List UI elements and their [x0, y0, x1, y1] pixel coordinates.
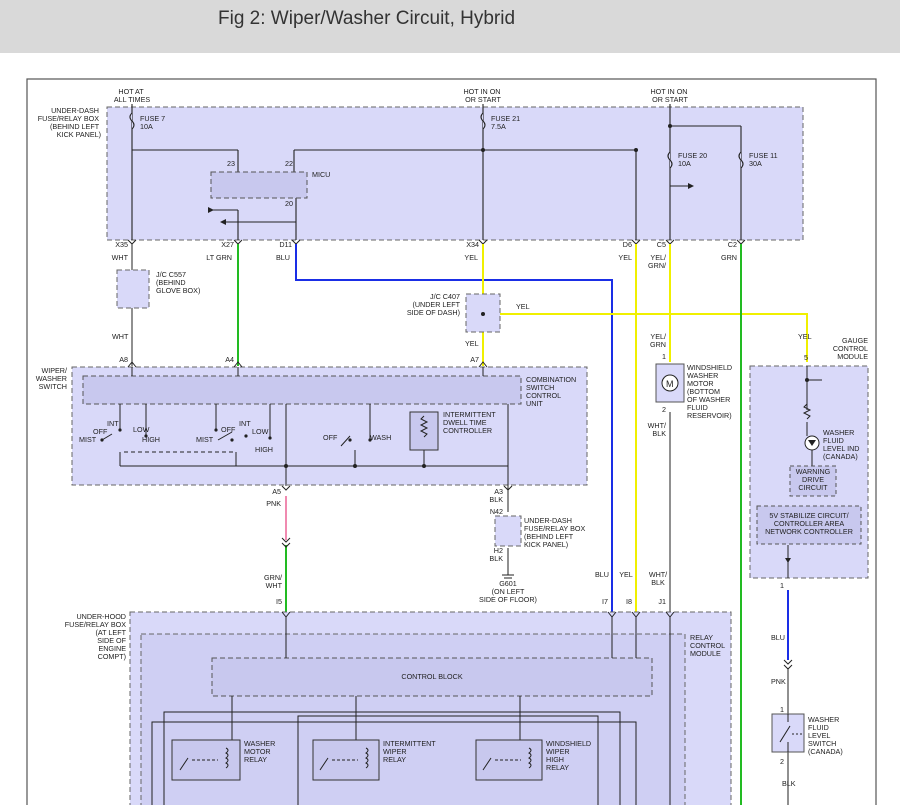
wiper-washer-switch: WIPER/WASHER SWITCH A8 A4 A7 COMBINATION S… — [36, 355, 588, 508]
underdash-wire-colors: WHT LT GRN BLU YEL YEL YEL/ GRN/ GRN — [112, 253, 737, 270]
power-label-all-times: HOT AT ALL TIMES — [114, 87, 151, 104]
svg-text:PNK: PNK — [266, 499, 281, 508]
svg-text:A4: A4 — [225, 355, 234, 364]
svg-text:22: 22 — [285, 159, 293, 168]
svg-text:J/C C557(BEHINDGLOVE BOX): J/C C557 (BEHIND GLOVE BOX) — [156, 270, 200, 295]
power-label-on-start-1: HOT IN ON OR START — [463, 87, 502, 104]
svg-text:OFF: OFF — [323, 433, 338, 442]
svg-text:HIGH: HIGH — [142, 435, 160, 444]
svg-text:LT GRN: LT GRN — [206, 253, 232, 262]
svg-text:5: 5 — [804, 353, 808, 362]
svg-text:YEL: YEL — [465, 339, 479, 348]
svg-text:INT: INT — [107, 419, 119, 428]
svg-text:I7: I7 — [602, 597, 608, 606]
svg-text:UNDER-DASHFUSE/RELAY BOX(BEHIN: UNDER-DASH FUSE/RELAY BOX (BEHIND LEFT KICK… — [524, 516, 585, 549]
svg-text:BLU: BLU — [771, 633, 785, 642]
svg-text:YEL: YEL — [618, 253, 632, 262]
svg-text:A5: A5 — [272, 487, 281, 496]
svg-text:1: 1 — [780, 705, 784, 714]
svg-text:X27: X27 — [221, 240, 234, 249]
underdash-terminals: X35 X27 D11 X34 D6 C5 C2 — [115, 240, 737, 249]
svg-text:WHT/BLK: WHT/BLK — [648, 421, 667, 438]
svg-text:BLK: BLK — [489, 554, 503, 563]
svg-text:2: 2 — [662, 405, 666, 414]
svg-text:X34: X34 — [466, 240, 479, 249]
svg-text:BLK: BLK — [782, 779, 796, 788]
svg-text:N42: N42 — [490, 507, 503, 516]
dwell-time-controller — [409, 411, 439, 451]
underhood-fuse-box: BLU YEL WHT/BLK I5 I7 I8 J1 UNDER-HOOD FU… — [65, 570, 732, 805]
jc-c557: J/C C557 (BEHIND GLOVE BOX) WHT — [112, 269, 200, 341]
svg-text:M: M — [666, 379, 674, 389]
power-label-on-start-2: HOT IN ON OR START — [650, 87, 689, 104]
washer-fluid-level-switch: BLU PNK 1 WASHER FLUID LEVEL SWITCH (CANADA)… — [771, 633, 843, 788]
svg-text:WASHERFLUIDLEVEL IND(CANADA): WASHER FLUID LEVEL IND (CANADA) — [823, 428, 860, 461]
svg-text:YEL/GRN: YEL/GRN — [650, 332, 666, 349]
micu-label: MICU — [312, 170, 330, 179]
grnwht-label: GRN/WHT — [264, 573, 283, 590]
svg-text:20: 20 — [285, 199, 293, 208]
svg-text:C5: C5 — [657, 240, 666, 249]
svg-text:YEL: YEL — [464, 253, 478, 262]
combination-switch-control-unit — [82, 375, 522, 405]
svg-text:WHT/BLK: WHT/BLK — [649, 570, 667, 587]
svg-text:BLU: BLU — [595, 570, 609, 579]
svg-text:1: 1 — [662, 352, 666, 361]
svg-text:1: 1 — [780, 581, 784, 590]
svg-text:YEL: YEL — [516, 302, 530, 311]
svg-text:A8: A8 — [119, 355, 128, 364]
svg-text:BLK: BLK — [489, 495, 503, 504]
svg-text:WIPER/WASHERSWITCH: WIPER/WASHER SWITCH — [36, 366, 67, 391]
windshield-washer-motor: YEL/GRN 1 M WINDSHIELD WASHER MOTOR (BOTTOM… — [648, 332, 733, 438]
svg-text:UNDER-DASH FUSE/RELAY BO: UNDER-DASH FUSE/RELAY BOX (BEHIND LEFT K… — [38, 106, 101, 139]
control-block-label: CONTROL BLOCK — [401, 672, 462, 681]
svg-text:D11: D11 — [279, 240, 292, 249]
svg-text:PNK: PNK — [771, 677, 786, 686]
svg-text:LOW: LOW — [133, 425, 150, 434]
wiring-diagram: UNDER-DASH FUSE/RELAY BOX (BEHIND LEFT K… — [26, 78, 877, 805]
svg-text:5V STABILIZE CIRCUIT/CONTROLLE: 5V STABILIZE CIRCUIT/CONTROLLER AREA NETW… — [765, 511, 853, 536]
svg-text:GRN/: GRN/ — [648, 261, 666, 270]
svg-text:I5: I5 — [276, 597, 282, 606]
svg-text:J/C C407(UNDER LEFTSIDE OF DAS: J/C C407 (UNDER LEFT SIDE OF DASH) — [407, 292, 461, 317]
svg-text:23: 23 — [227, 159, 235, 168]
svg-text:WASHERFLUIDLEVELSWITCH(CANADA): WASHER FLUID LEVEL SWITCH (CANADA) — [808, 715, 843, 756]
underdash-ground-box: N42 UNDER-DASH FUSE/RELAY BOX (BEHIND LEFT… — [479, 507, 585, 604]
micu-block — [210, 171, 308, 199]
svg-text:2: 2 — [780, 757, 784, 766]
svg-text:GRN: GRN — [721, 253, 737, 262]
svg-text:A7: A7 — [470, 355, 479, 364]
svg-text:GAUGECONTROLMODULE: GAUGE CONTROL MODULE — [833, 336, 868, 361]
gauge-control-module: YEL GAUGE CONTROL MODULE 5 WASHER FLUID LEVE… — [749, 332, 869, 590]
svg-text:G601(ON LEFTSIDE OF FLOOR): G601 (ON LEFT SIDE OF FLOOR) — [479, 579, 537, 604]
svg-text:LOW: LOW — [252, 427, 269, 436]
svg-text:OFF: OFF — [221, 425, 236, 434]
svg-text:HIGH: HIGH — [255, 445, 273, 454]
svg-text:YEL: YEL — [798, 332, 812, 341]
svg-text:MIST: MIST — [79, 435, 97, 444]
svg-text:C2: C2 — [728, 240, 737, 249]
svg-text:WINDSHIELDWASHERMOTOR(BOTTOMOF: WINDSHIELD WASHER MOTOR (BOTTOM OF WASHER FLU… — [687, 363, 732, 420]
svg-text:X35: X35 — [115, 240, 128, 249]
svg-text:WASH: WASH — [370, 433, 391, 442]
svg-text:YEL: YEL — [619, 570, 633, 579]
svg-text:INT: INT — [239, 419, 251, 428]
jc-c407: J/C C407 (UNDER LEFT SIDE OF DASH) YEL YEL — [407, 292, 530, 348]
svg-text:MIST: MIST — [196, 435, 214, 444]
svg-text:WHT: WHT — [112, 332, 129, 341]
svg-text:D6: D6 — [623, 240, 632, 249]
underdash-fuse-box: UNDER-DASH FUSE/RELAY BOX (BEHIND LEFT K… — [38, 87, 804, 270]
svg-text:I8: I8 — [626, 597, 632, 606]
svg-text:UNDER-HOODFUSE/RELAY BOX(AT LE: UNDER-HOOD FUSE/RELAY BOX (AT LEFT SIDE OF E… — [65, 612, 127, 661]
svg-text:J1: J1 — [658, 597, 666, 606]
svg-text:BLU: BLU — [276, 253, 290, 262]
svg-text:WHT: WHT — [112, 253, 129, 262]
